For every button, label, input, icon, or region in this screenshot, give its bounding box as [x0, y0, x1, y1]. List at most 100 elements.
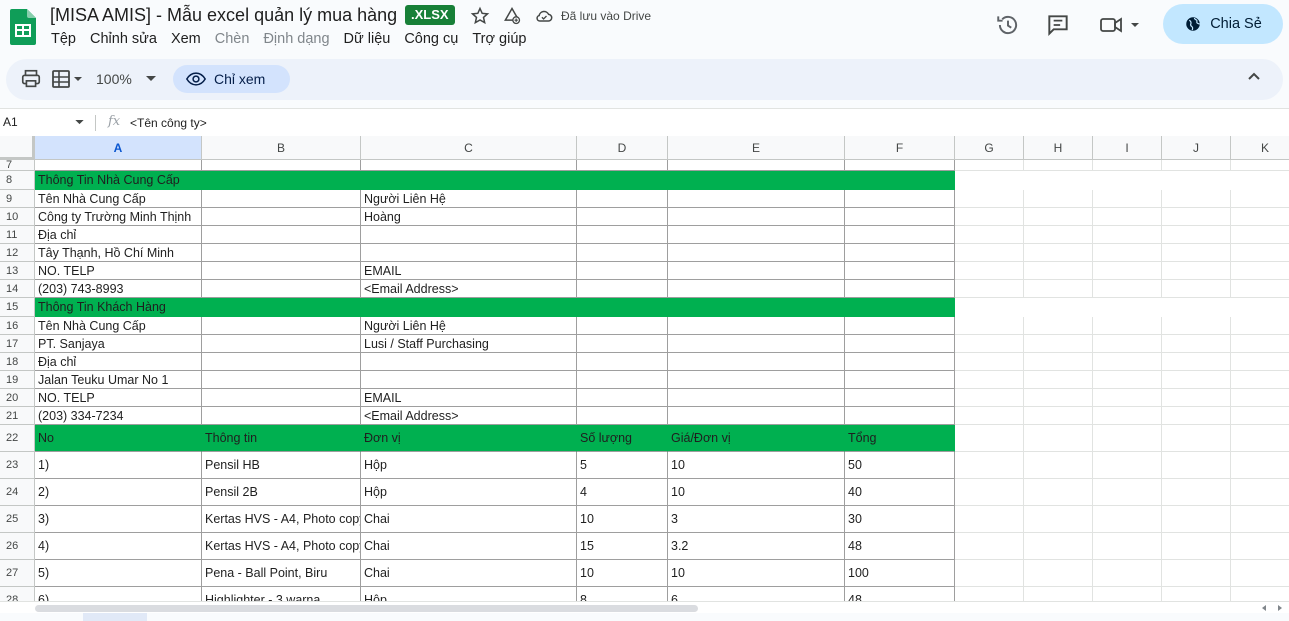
- cell-K7[interactable]: [1231, 160, 1289, 171]
- menu-item-4[interactable]: Định dạng: [256, 31, 336, 47]
- cell-D28[interactable]: 8: [577, 587, 668, 601]
- menu-item-3[interactable]: Chèn: [208, 31, 257, 47]
- cell-H24[interactable]: [1024, 479, 1093, 506]
- cell-J26[interactable]: [1162, 533, 1231, 560]
- cell-C12[interactable]: [361, 244, 577, 262]
- row-header[interactable]: 10: [0, 208, 35, 226]
- cell-I26[interactable]: [1093, 533, 1162, 560]
- cell-K12[interactable]: [1231, 244, 1289, 262]
- meet-video-icon[interactable]: [1098, 12, 1142, 38]
- column-header-F[interactable]: F: [845, 136, 955, 160]
- name-box[interactable]: A1: [3, 115, 18, 129]
- cell-F14[interactable]: [845, 280, 955, 298]
- cell-E13[interactable]: [668, 262, 845, 280]
- cell-J18[interactable]: [1162, 353, 1231, 371]
- cell-G12[interactable]: [955, 244, 1024, 262]
- view-only-chip[interactable]: Chỉ xem: [173, 65, 290, 93]
- cell-A13[interactable]: NO. TELP: [35, 262, 202, 280]
- row-header[interactable]: 7: [0, 160, 35, 171]
- cell-D26[interactable]: 15: [577, 533, 668, 560]
- cell-I18[interactable]: [1093, 353, 1162, 371]
- row-header[interactable]: 19: [0, 371, 35, 389]
- cell-J27[interactable]: [1162, 560, 1231, 587]
- cell-D24[interactable]: 4: [577, 479, 668, 506]
- cell-K23[interactable]: [1231, 452, 1289, 479]
- cell-B11[interactable]: [202, 226, 361, 244]
- cell-B19[interactable]: [202, 371, 361, 389]
- cell-D7[interactable]: [577, 160, 668, 171]
- cell-H9[interactable]: [1024, 190, 1093, 208]
- cell-B12[interactable]: [202, 244, 361, 262]
- cell-E28[interactable]: 6: [668, 587, 845, 601]
- cell-I7[interactable]: [1093, 160, 1162, 171]
- cell-C23[interactable]: Hộp: [361, 452, 577, 479]
- document-title[interactable]: [MISA AMIS] - Mẫu excel quản lý mua hàng: [50, 5, 397, 26]
- cell-B13[interactable]: [202, 262, 361, 280]
- menu-item-0[interactable]: Tệp: [44, 31, 83, 47]
- cell-E7[interactable]: [668, 160, 845, 171]
- cell-J13[interactable]: [1162, 262, 1231, 280]
- cell-G14[interactable]: [955, 280, 1024, 298]
- cell-C16[interactable]: Người Liên Hệ: [361, 317, 577, 335]
- cell-D14[interactable]: [577, 280, 668, 298]
- cell-B23[interactable]: Pensil HB: [202, 452, 361, 479]
- cell-H14[interactable]: [1024, 280, 1093, 298]
- cell-E21[interactable]: [668, 407, 845, 425]
- row-header[interactable]: 8: [0, 171, 35, 190]
- cell-C20[interactable]: EMAIL: [361, 389, 577, 407]
- cell-E22[interactable]: Giá/Đơn vị: [668, 425, 845, 452]
- cell-D12[interactable]: [577, 244, 668, 262]
- cell-J16[interactable]: [1162, 317, 1231, 335]
- cell-C9[interactable]: Người Liên Hệ: [361, 190, 577, 208]
- cloud-saved-icon[interactable]: [534, 6, 554, 26]
- cell-D16[interactable]: [577, 317, 668, 335]
- cell-E11[interactable]: [668, 226, 845, 244]
- share-button[interactable]: Chia Sẻ: [1163, 4, 1283, 44]
- cell-J22[interactable]: [1162, 425, 1231, 452]
- cell-F13[interactable]: [845, 262, 955, 280]
- cell-C25[interactable]: Chai: [361, 506, 577, 533]
- cell-B21[interactable]: [202, 407, 361, 425]
- cell-K27[interactable]: [1231, 560, 1289, 587]
- cell-H27[interactable]: [1024, 560, 1093, 587]
- cell-F19[interactable]: [845, 371, 955, 389]
- row-header[interactable]: 21: [0, 407, 35, 425]
- row-header[interactable]: 18: [0, 353, 35, 371]
- menu-item-1[interactable]: Chỉnh sửa: [83, 31, 164, 47]
- cell-F24[interactable]: 40: [845, 479, 955, 506]
- cell-F20[interactable]: [845, 389, 955, 407]
- cell-J19[interactable]: [1162, 371, 1231, 389]
- cell-A14[interactable]: (203) 743-8993: [35, 280, 202, 298]
- row-header[interactable]: 24: [0, 479, 35, 506]
- cell-E12[interactable]: [668, 244, 845, 262]
- cell-K17[interactable]: [1231, 335, 1289, 353]
- cell-I19[interactable]: [1093, 371, 1162, 389]
- cell-G26[interactable]: [955, 533, 1024, 560]
- sheet-tab[interactable]: [83, 613, 147, 621]
- cell-K20[interactable]: [1231, 389, 1289, 407]
- cell-A20[interactable]: NO. TELP: [35, 389, 202, 407]
- cell-J14[interactable]: [1162, 280, 1231, 298]
- cell-K22[interactable]: [1231, 425, 1289, 452]
- cell-B22[interactable]: Thông tin: [202, 425, 361, 452]
- cell-K11[interactable]: [1231, 226, 1289, 244]
- row-header[interactable]: 14: [0, 280, 35, 298]
- column-header-I[interactable]: I: [1093, 136, 1162, 160]
- cell-E20[interactable]: [668, 389, 845, 407]
- cell-E18[interactable]: [668, 353, 845, 371]
- cell-D19[interactable]: [577, 371, 668, 389]
- cell-C11[interactable]: [361, 226, 577, 244]
- row-header[interactable]: 9: [0, 190, 35, 208]
- cell-A23[interactable]: 1): [35, 452, 202, 479]
- cell-I16[interactable]: [1093, 317, 1162, 335]
- cell-H20[interactable]: [1024, 389, 1093, 407]
- sheets-logo-icon[interactable]: [10, 9, 36, 45]
- cell-D10[interactable]: [577, 208, 668, 226]
- row-header[interactable]: 12: [0, 244, 35, 262]
- cell-K18[interactable]: [1231, 353, 1289, 371]
- cell-J9[interactable]: [1162, 190, 1231, 208]
- cell-I25[interactable]: [1093, 506, 1162, 533]
- row-header[interactable]: 20: [0, 389, 35, 407]
- cell-I17[interactable]: [1093, 335, 1162, 353]
- cell-D25[interactable]: 10: [577, 506, 668, 533]
